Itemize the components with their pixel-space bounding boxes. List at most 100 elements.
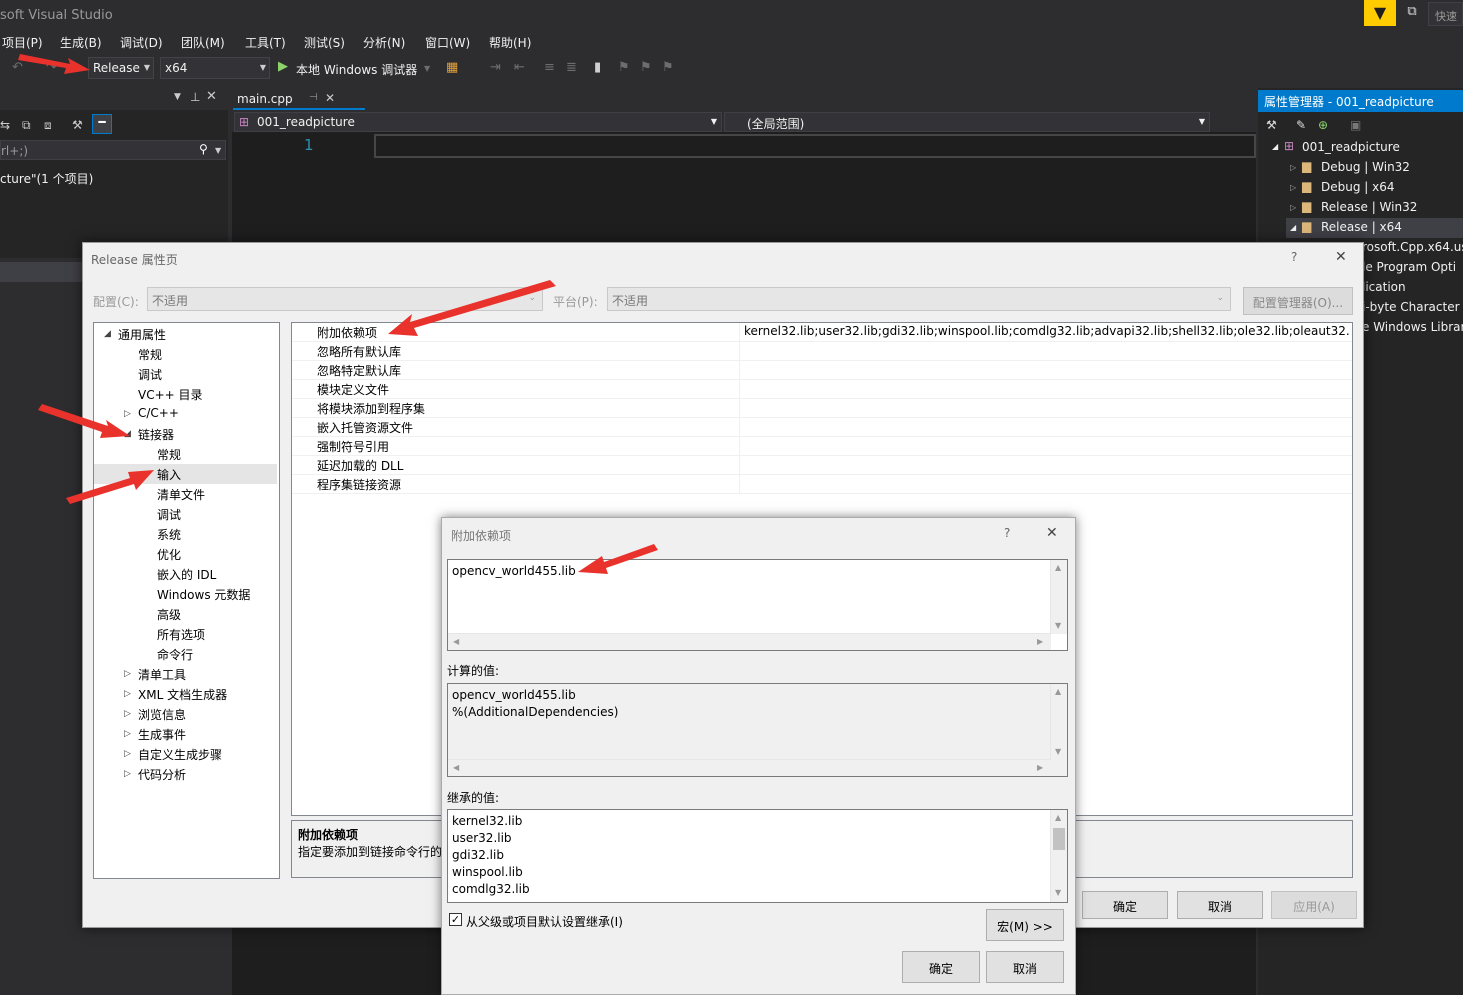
- add-existing-sheet-icon[interactable]: ✎: [1296, 118, 1306, 132]
- tree-item[interactable]: ▷ XML 文档生成器: [94, 684, 277, 704]
- expand-icon[interactable]: ▷: [124, 669, 131, 679]
- tree-item[interactable]: 所有选项: [94, 624, 277, 644]
- config-combo[interactable]: Release ▼: [88, 57, 154, 79]
- cancel-button[interactable]: 取消: [1177, 891, 1263, 919]
- tree-config[interactable]: Release | Win32: [1321, 200, 1417, 214]
- tree-sheet[interactable]: i-byte Character: [1362, 300, 1460, 314]
- tree-sheet[interactable]: le Program Opti: [1362, 260, 1456, 274]
- chevron-down-icon[interactable]: ▼: [215, 146, 221, 155]
- property-value[interactable]: [744, 362, 1350, 380]
- property-row[interactable]: 忽略特定默认库: [292, 361, 1352, 380]
- redo-icon[interactable]: ↷: [46, 60, 57, 75]
- horizontal-scrollbar[interactable]: ◀ ▶: [448, 759, 1051, 776]
- collapse-icon[interactable]: ◢: [104, 329, 111, 339]
- step-icon[interactable]: ⇥: [490, 60, 501, 75]
- tree-item[interactable]: 清单文件: [94, 484, 277, 504]
- wrench-icon[interactable]: ⚒: [72, 118, 83, 132]
- expand-icon[interactable]: ◢: [1272, 142, 1278, 151]
- tree-item[interactable]: ▷ 浏览信息: [94, 704, 277, 724]
- property-row[interactable]: 程序集链接资源: [292, 475, 1352, 494]
- solution-node[interactable]: cture"(1 个项目): [0, 170, 93, 187]
- expand-icon[interactable]: ▷: [124, 709, 131, 719]
- tree-item[interactable]: ▷ 生成事件: [94, 724, 277, 744]
- tree-item[interactable]: 系统: [94, 524, 277, 544]
- expand-icon[interactable]: ▷: [1290, 183, 1296, 192]
- expand-icon[interactable]: ▷: [124, 729, 131, 739]
- menu-tools[interactable]: 工具(T): [245, 34, 286, 51]
- start-debugger-button[interactable]: 本地 Windows 调试器: [296, 61, 417, 78]
- undo-icon[interactable]: ↶: [12, 60, 23, 75]
- expand-icon[interactable]: ▷: [1290, 203, 1296, 212]
- chevron-down-icon[interactable]: ▼: [1055, 747, 1061, 756]
- menu-analyze[interactable]: 分析(N): [363, 34, 405, 51]
- property-row[interactable]: 附加依赖项 kernel32.lib;user32.lib;gdi32.lib;w…: [292, 323, 1352, 342]
- dropdown-icon[interactable]: ▼: [174, 92, 181, 102]
- comment-icon[interactable]: ≡: [544, 60, 555, 75]
- expand-icon[interactable]: ◢: [1290, 223, 1296, 232]
- feedback-icon[interactable]: ⧉: [1400, 4, 1424, 24]
- tree-item[interactable]: 调试: [94, 364, 277, 384]
- pin-icon[interactable]: ⊣: [309, 92, 318, 103]
- macro-button[interactable]: 宏(M) >>: [986, 909, 1064, 941]
- help-button[interactable]: ?: [1004, 526, 1010, 540]
- expand-icon[interactable]: ▷: [124, 769, 131, 779]
- inherit-checkbox[interactable]: ✓: [449, 913, 462, 926]
- uncomment-icon[interactable]: ≣: [566, 60, 577, 75]
- expand-icon[interactable]: ▷: [124, 409, 131, 419]
- chevron-left-icon[interactable]: ◀: [453, 763, 459, 772]
- chevron-down-icon[interactable]: ▼: [1055, 888, 1061, 897]
- property-row[interactable]: 强制符号引用: [292, 437, 1352, 456]
- collapse-icon[interactable]: ⧉: [22, 118, 31, 133]
- tree-item[interactable]: 命令行: [94, 644, 277, 664]
- tree-item[interactable]: 输入: [94, 464, 277, 484]
- chevron-down-icon[interactable]: ▼: [424, 64, 430, 73]
- dependencies-input[interactable]: opencv_world455.lib ▲ ▼ ◀ ▶: [447, 559, 1068, 651]
- close-icon[interactable]: ✕: [1046, 525, 1058, 541]
- next-bookmark-icon[interactable]: ⚑: [640, 60, 652, 75]
- tree-item[interactable]: 高级: [94, 604, 277, 624]
- property-row[interactable]: 将模块添加到程序集: [292, 399, 1352, 418]
- property-value[interactable]: [744, 400, 1350, 418]
- horizontal-scrollbar[interactable]: ◀ ▶: [448, 633, 1051, 650]
- property-value[interactable]: kernel32.lib;user32.lib;gdi32.lib;winspo…: [744, 324, 1350, 342]
- close-icon[interactable]: ✕: [1335, 249, 1347, 265]
- pin-icon[interactable]: ⊥: [190, 90, 200, 104]
- property-value[interactable]: [744, 476, 1350, 494]
- tree-sheet[interactable]: lication: [1362, 280, 1406, 294]
- help-button[interactable]: ?: [1291, 250, 1297, 264]
- property-row[interactable]: 嵌入托管资源文件: [292, 418, 1352, 437]
- chevron-down-icon[interactable]: ▼: [1055, 621, 1061, 630]
- menu-project[interactable]: 项目(P): [2, 34, 43, 51]
- attach-icon[interactable]: ▦: [446, 60, 458, 75]
- chevron-up-icon[interactable]: ▲: [1055, 563, 1061, 572]
- tree-item[interactable]: 嵌入的 IDL: [94, 564, 277, 584]
- tree-item[interactable]: ▷ 代码分析: [94, 764, 277, 784]
- chevron-up-icon[interactable]: ▲: [1055, 687, 1061, 696]
- expand-icon[interactable]: ▷: [124, 689, 131, 699]
- platform-combo[interactable]: x64 ▼: [160, 57, 270, 79]
- cancel-button[interactable]: 取消: [986, 951, 1064, 983]
- show-all-icon[interactable]: ⧈: [44, 118, 52, 133]
- prev-bookmark-icon[interactable]: ⚑: [618, 60, 630, 75]
- platform-select[interactable]: 不适用 ⌄: [607, 287, 1231, 311]
- tree-item[interactable]: ▷ 清单工具: [94, 664, 277, 684]
- solution-search-input[interactable]: rl+;) ⚲ ▼: [0, 140, 226, 160]
- search-icon[interactable]: ⚲: [199, 142, 208, 156]
- notification-filter-icon[interactable]: ▼: [1364, 0, 1396, 26]
- vertical-scrollbar[interactable]: ▲ ▼: [1050, 810, 1067, 902]
- quick-launch-input[interactable]: 快速: [1428, 2, 1463, 26]
- chevron-right-icon[interactable]: ▶: [1037, 763, 1043, 772]
- tree-item[interactable]: 常规: [94, 344, 277, 364]
- property-value[interactable]: [744, 457, 1350, 475]
- tree-item[interactable]: ▷ C/C++: [94, 404, 277, 424]
- tree-config[interactable]: Debug | Win32: [1321, 160, 1410, 174]
- tree-item[interactable]: 调试: [94, 504, 277, 524]
- menu-test[interactable]: 测试(S): [304, 34, 345, 51]
- property-value[interactable]: [744, 419, 1350, 437]
- apply-button[interactable]: 应用(A): [1271, 891, 1357, 919]
- expand-icon[interactable]: ▷: [124, 749, 131, 759]
- bookmark-icon[interactable]: ▮: [594, 60, 601, 75]
- add-new-sheet-icon[interactable]: ⊕: [1318, 118, 1328, 132]
- save-icon[interactable]: ▣: [1350, 118, 1361, 132]
- sync-icon[interactable]: ⇆: [0, 118, 10, 132]
